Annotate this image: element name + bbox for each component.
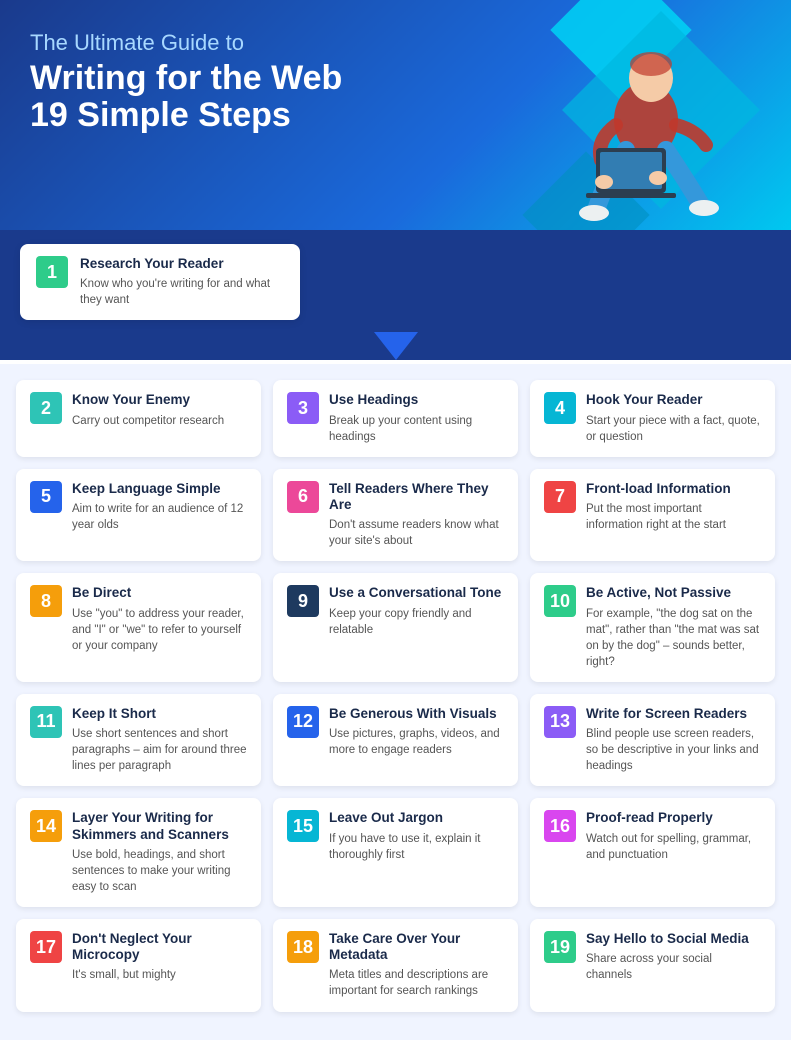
step-card-15: 15 Leave Out Jargon If you have to use i… (273, 798, 518, 907)
step-title-7: Front-load Information (586, 481, 761, 497)
step-number-8: 8 (30, 585, 62, 617)
step-desc-9: Keep your copy friendly and relatable (329, 606, 504, 638)
grid-row-8-10: 8 Be Direct Use "you" to address your re… (16, 573, 775, 682)
grid-row-2-4: 2 Know Your Enemy Carry out competitor r… (16, 380, 775, 456)
step-desc-10: For example, "the dog sat on the mat", r… (586, 606, 761, 670)
step-card-18: 18 Take Care Over Your Metadata Meta tit… (273, 919, 518, 1012)
step-desc-6: Don't assume readers know what your site… (329, 517, 504, 549)
step-card-3: 3 Use Headings Break up your content usi… (273, 380, 518, 456)
step-card-12: 12 Be Generous With Visuals Use pictures… (273, 694, 518, 786)
step-desc-16: Watch out for spelling, grammar, and pun… (586, 831, 761, 863)
header: The Ultimate Guide to Writing for the We… (0, 0, 791, 230)
step-title-11: Keep It Short (72, 706, 247, 722)
grid-row-14-16: 14 Layer Your Writing for Skimmers and S… (16, 798, 775, 907)
step-number-11: 11 (30, 706, 62, 738)
step-card-5: 5 Keep Language Simple Aim to write for … (16, 469, 261, 562)
person-svg (546, 30, 746, 230)
header-text: The Ultimate Guide to Writing for the We… (30, 30, 430, 135)
step-card-10: 10 Be Active, Not Passive For example, "… (530, 573, 775, 682)
header-title: Writing for the Web 19 Simple Steps (30, 60, 430, 135)
step-desc-13: Blind people use screen readers, so be d… (586, 726, 761, 774)
step-title-5: Keep Language Simple (72, 481, 247, 497)
step-card-16: 16 Proof-read Properly Watch out for spe… (530, 798, 775, 907)
step-title-2: Know Your Enemy (72, 392, 224, 408)
step-card-11: 11 Keep It Short Use short sentences and… (16, 694, 261, 786)
grid-row-11-13: 11 Keep It Short Use short sentences and… (16, 694, 775, 786)
arrow-down-icon (374, 332, 418, 360)
step-card-17: 17 Don't Neglect Your Microcopy It's sma… (16, 919, 261, 1012)
step-number-6: 6 (287, 481, 319, 513)
step-card-14: 14 Layer Your Writing for Skimmers and S… (16, 798, 261, 907)
step-card-6: 6 Tell Readers Where They Are Don't assu… (273, 469, 518, 562)
step-title-10: Be Active, Not Passive (586, 585, 761, 601)
step-desc-2: Carry out competitor research (72, 413, 224, 429)
step-number-18: 18 (287, 931, 319, 963)
step-desc-14: Use bold, headings, and short sentences … (72, 847, 247, 895)
step-desc-7: Put the most important information right… (586, 501, 761, 533)
step-desc-19: Share across your social channels (586, 951, 761, 983)
step-number-3: 3 (287, 392, 319, 424)
step-number-1: 1 (36, 256, 68, 288)
step-number-2: 2 (30, 392, 62, 424)
step-number-4: 4 (544, 392, 576, 424)
arrow-divider (0, 332, 791, 360)
person-image (531, 10, 761, 230)
step-title-14: Layer Your Writing for Skimmers and Scan… (72, 810, 247, 842)
step-card-1: 1 Research Your Reader Know who you're w… (20, 244, 300, 320)
step-title-1: Research Your Reader (80, 256, 284, 272)
step-card-7: 7 Front-load Information Put the most im… (530, 469, 775, 562)
step-number-16: 16 (544, 810, 576, 842)
step-title-13: Write for Screen Readers (586, 706, 761, 722)
step-desc-8: Use "you" to address your reader, and "I… (72, 606, 247, 654)
step-number-14: 14 (30, 810, 62, 842)
step-number-13: 13 (544, 706, 576, 738)
step-number-19: 19 (544, 931, 576, 963)
step-card-8: 8 Be Direct Use "you" to address your re… (16, 573, 261, 682)
step-title-3: Use Headings (329, 392, 504, 408)
step-card-13: 13 Write for Screen Readers Blind people… (530, 694, 775, 786)
step-number-17: 17 (30, 931, 62, 963)
step-title-8: Be Direct (72, 585, 247, 601)
step-desc-11: Use short sentences and short paragraphs… (72, 726, 247, 774)
step-title-19: Say Hello to Social Media (586, 931, 761, 947)
step-title-16: Proof-read Properly (586, 810, 761, 826)
step-title-17: Don't Neglect Your Microcopy (72, 931, 247, 963)
step-card-2: 2 Know Your Enemy Carry out competitor r… (16, 380, 261, 456)
step-card-19: 19 Say Hello to Social Media Share acros… (530, 919, 775, 1012)
step-card-9: 9 Use a Conversational Tone Keep your co… (273, 573, 518, 682)
step-content-1: Research Your Reader Know who you're wri… (80, 256, 284, 308)
grid-row-17-19: 17 Don't Neglect Your Microcopy It's sma… (16, 919, 775, 1012)
step-number-12: 12 (287, 706, 319, 738)
step-number-7: 7 (544, 481, 576, 513)
step-desc-17: It's small, but mighty (72, 967, 247, 983)
step-desc-1: Know who you're writing for and what the… (80, 276, 284, 308)
step-title-15: Leave Out Jargon (329, 810, 504, 826)
step-title-6: Tell Readers Where They Are (329, 481, 504, 513)
step-number-9: 9 (287, 585, 319, 617)
step-title-12: Be Generous With Visuals (329, 706, 504, 722)
step-number-10: 10 (544, 585, 576, 617)
step-card-4: 4 Hook Your Reader Start your piece with… (530, 380, 775, 456)
grid-section: 2 Know Your Enemy Carry out competitor r… (0, 364, 791, 1039)
step-title-9: Use a Conversational Tone (329, 585, 504, 601)
step-desc-3: Break up your content using headings (329, 413, 504, 445)
header-subtitle: The Ultimate Guide to (30, 30, 430, 56)
step-title-4: Hook Your Reader (586, 392, 761, 408)
step-number-5: 5 (30, 481, 62, 513)
step-desc-12: Use pictures, graphs, videos, and more t… (329, 726, 504, 758)
step1-section: 1 Research Your Reader Know who you're w… (0, 230, 791, 360)
step-desc-18: Meta titles and descriptions are importa… (329, 967, 504, 999)
step-title-18: Take Care Over Your Metadata (329, 931, 504, 963)
step-desc-15: If you have to use it, explain it thorou… (329, 831, 504, 863)
step-desc-4: Start your piece with a fact, quote, or … (586, 413, 761, 445)
grid-row-5-7: 5 Keep Language Simple Aim to write for … (16, 469, 775, 562)
step-desc-5: Aim to write for an audience of 12 year … (72, 501, 247, 533)
step-number-15: 15 (287, 810, 319, 842)
